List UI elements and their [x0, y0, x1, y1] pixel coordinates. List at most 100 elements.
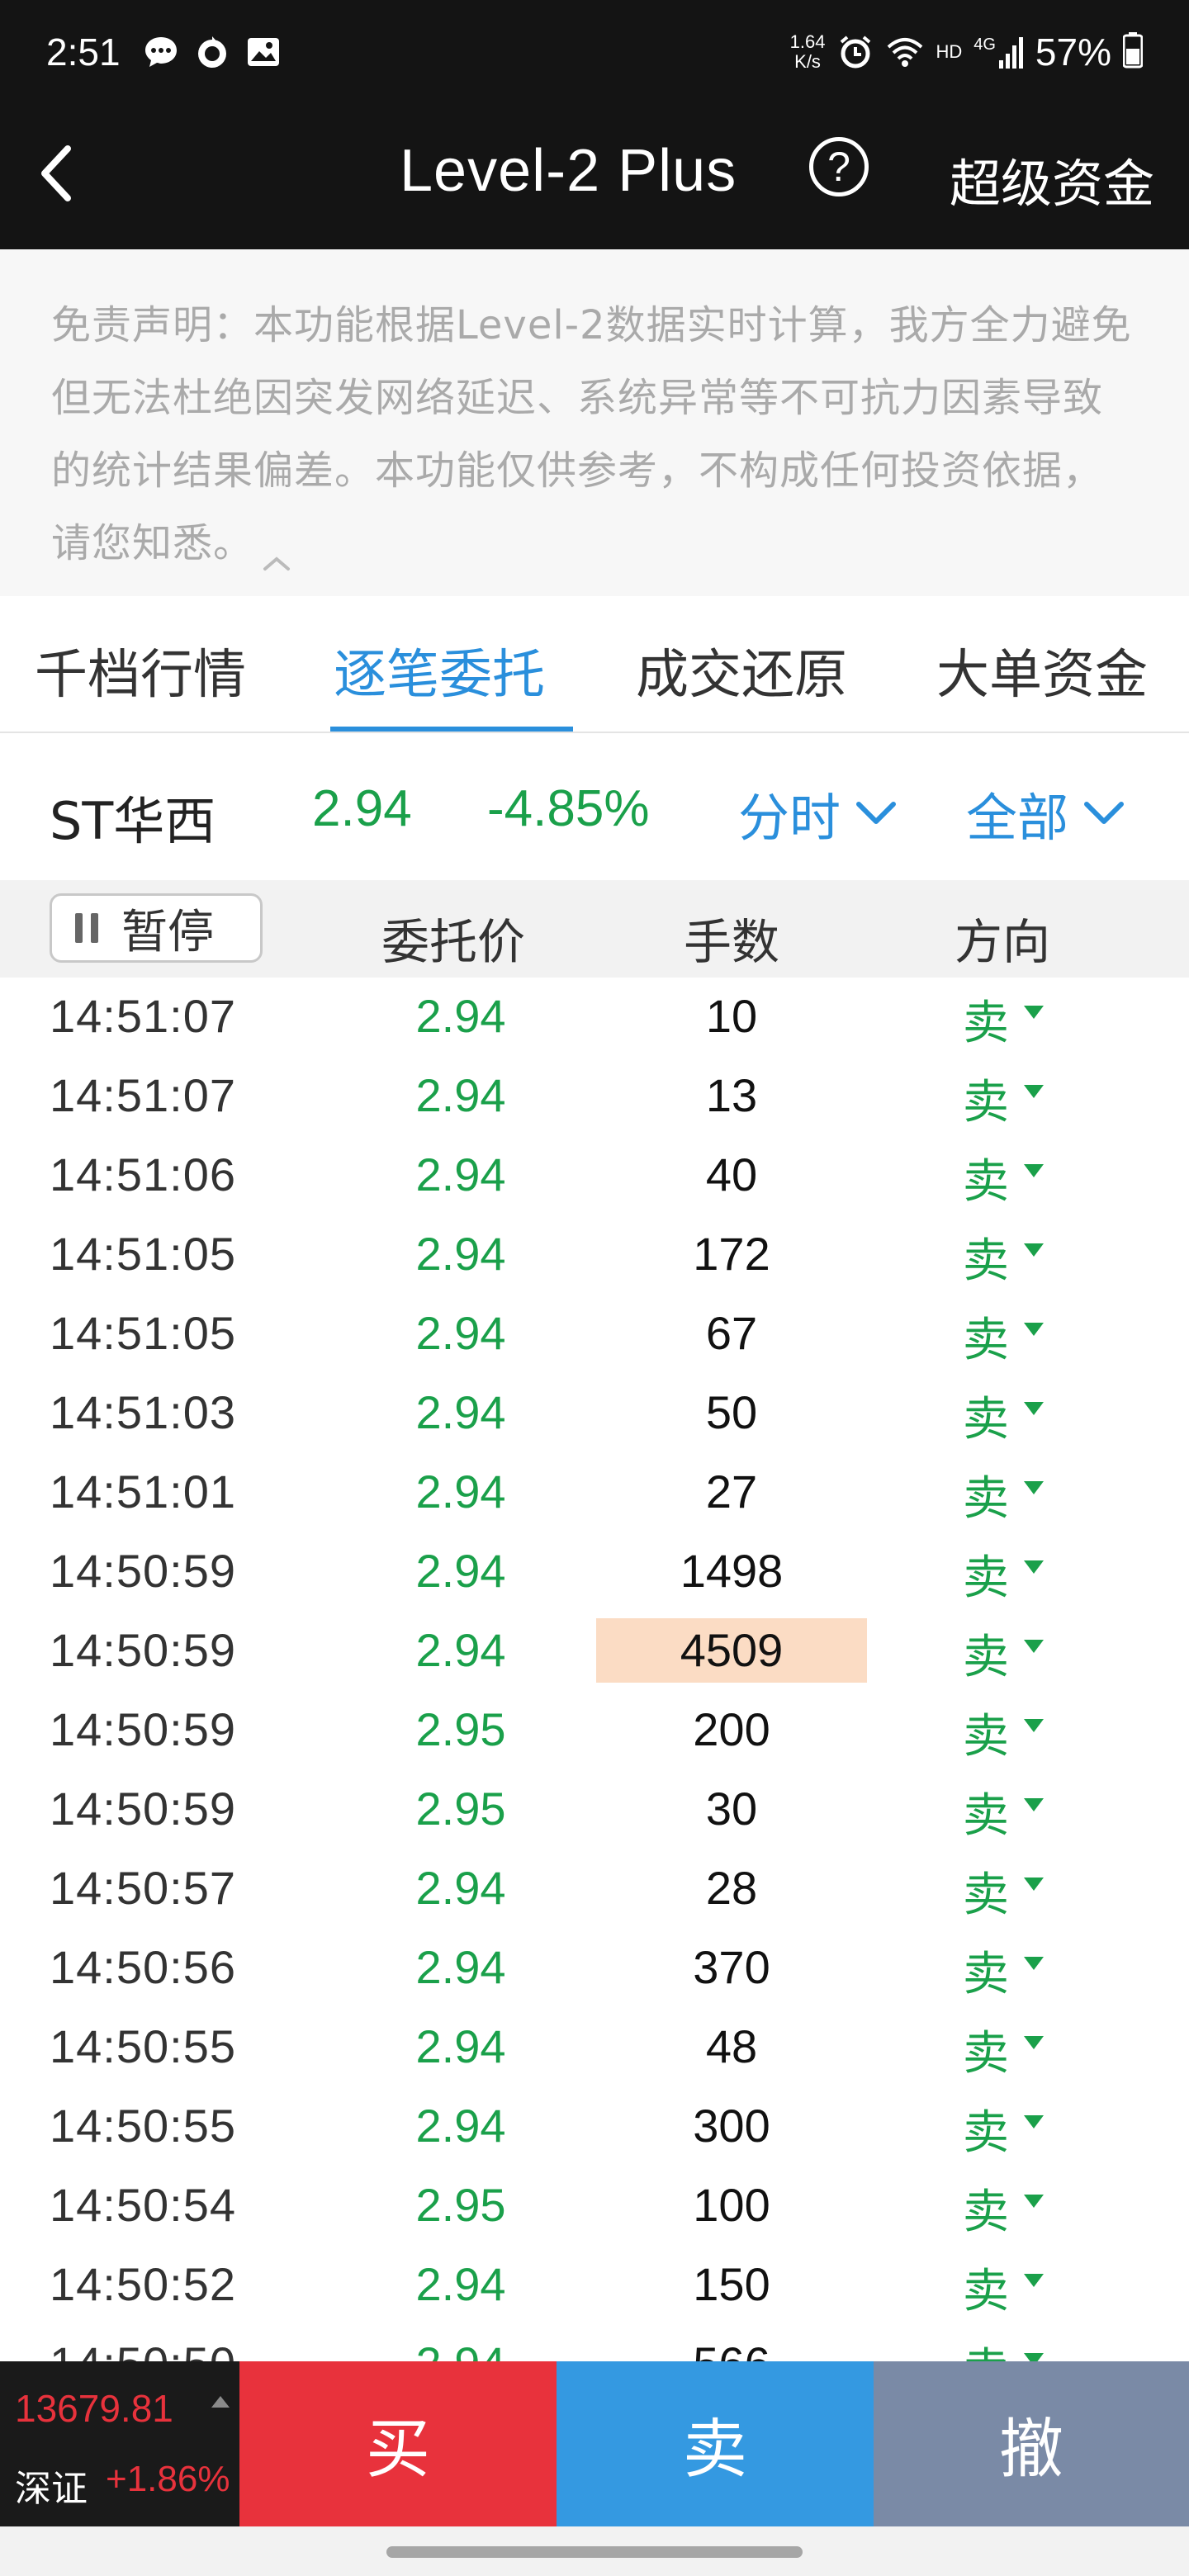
index-change: +1.86%: [106, 2459, 230, 2499]
disclaimer-panel: 免责声明：本功能根据Level-2数据实时计算，我方全力避免但无法杜绝因突发网络…: [0, 249, 1189, 596]
caret-down-icon: [1024, 2353, 1044, 2361]
row-price: 2.94: [415, 2258, 506, 2310]
row-time: 14:50:59: [50, 1783, 236, 1835]
table-row: 14:51:07 2.94 10 卖: [0, 978, 1189, 1057]
chevron-up-icon[interactable]: [260, 529, 293, 571]
row-time: 14:50:57: [50, 1862, 236, 1914]
index-value: 13679.81: [15, 2387, 173, 2430]
caret-down-icon: [1024, 1719, 1044, 1732]
super-funds-link[interactable]: 超级资金: [950, 142, 1154, 216]
row-direction: 卖: [963, 1868, 1009, 1922]
row-direction: 卖: [963, 1631, 1009, 1684]
row-direction: 卖: [963, 1314, 1009, 1367]
row-price: 2.94: [415, 1545, 506, 1597]
row-direction: 卖: [963, 1393, 1009, 1447]
caret-down-icon: [1024, 2274, 1044, 2287]
scope-dropdown-label: 全部: [966, 788, 1069, 848]
message-icon: [142, 33, 180, 71]
table-row: 14:51:06 2.94 40 卖: [0, 1136, 1189, 1215]
row-time: 14:51:07: [50, 990, 236, 1042]
row-price: 2.94: [415, 1386, 506, 1438]
row-volume: 28: [705, 1862, 758, 1914]
status-time: 2:51: [46, 31, 121, 73]
row-time: 14:50:59: [50, 1703, 236, 1755]
row-direction: 卖: [963, 2106, 1009, 2160]
table-row: 14:50:59 2.95 200 卖: [0, 1691, 1189, 1770]
row-volume: 300: [693, 2100, 770, 2152]
network-speed-unit: K/s: [794, 51, 821, 72]
table-row: 14:50:59 2.94 4509 卖: [0, 1612, 1189, 1691]
disclaimer-text: 免责声明：本功能根据Level-2数据实时计算，我方全力避免但无法杜绝因突发网络…: [51, 302, 1132, 566]
scope-dropdown[interactable]: 全部: [966, 776, 1125, 850]
row-price: 2.94: [415, 990, 506, 1042]
pause-button[interactable]: 暂停: [50, 893, 263, 963]
caret-down-icon: [1024, 2115, 1044, 2129]
row-direction: 卖: [963, 1551, 1009, 1605]
table-row: 14:51:03 2.94 50 卖: [0, 1374, 1189, 1453]
row-time: 14:50:50: [50, 2337, 236, 2361]
row-volume: 150: [693, 2258, 770, 2310]
row-volume: 13: [705, 1069, 758, 1121]
network-speed: 1.64 K/s: [790, 32, 826, 72]
table-row: 14:50:57 2.94 28 卖: [0, 1849, 1189, 1929]
image-icon: [244, 33, 282, 71]
table-row: 14:51:05 2.94 172 卖: [0, 1215, 1189, 1295]
cellular-signal-icon: 4G: [973, 36, 1024, 69]
table-row: 14:50:59 2.94 1498 卖: [0, 1532, 1189, 1612]
caret-down-icon: [1024, 1798, 1044, 1811]
column-header-volume: 手数: [684, 914, 780, 970]
alarm-icon: [836, 33, 874, 71]
tab-tick-orders[interactable]: 逐笔委托: [334, 632, 545, 708]
row-direction: 卖: [963, 1076, 1009, 1129]
row-volume: 40: [705, 1148, 758, 1200]
home-indicator[interactable]: [386, 2546, 803, 2558]
caret-down-icon: [1024, 2195, 1044, 2208]
tab-order-book[interactable]: 千档行情: [35, 632, 246, 708]
caret-down-icon: [1024, 1481, 1044, 1494]
period-dropdown[interactable]: 分时: [738, 776, 897, 850]
row-price: 2.94: [415, 1624, 506, 1676]
row-price: 2.95: [415, 1783, 506, 1835]
table-row: 14:50:50 2.94 566 卖: [0, 2325, 1189, 2361]
row-price: 2.94: [415, 1307, 506, 1359]
row-time: 14:51:07: [50, 1069, 236, 1121]
row-time: 14:50:59: [50, 1624, 236, 1676]
row-time: 14:50:59: [50, 1545, 236, 1597]
period-dropdown-label: 分时: [738, 788, 841, 848]
row-price: 2.94: [415, 1228, 506, 1280]
table-row: 14:50:52 2.94 150 卖: [0, 2246, 1189, 2325]
table-row: 14:50:54 2.95 100 卖: [0, 2166, 1189, 2246]
row-price: 2.95: [415, 1703, 506, 1755]
tab-trade-restore[interactable]: 成交还原: [636, 632, 847, 708]
caret-down-icon: [1024, 1006, 1044, 1019]
order-list[interactable]: 14:51:07 2.94 10 卖 14:51:07 2.94 13 卖 14:51:06 2.…: [0, 978, 1189, 2361]
row-price: 2.94: [415, 2100, 506, 2152]
index-ticker[interactable]: 13679.81 深证 +1.86%: [0, 2361, 239, 2526]
back-button[interactable]: [30, 134, 88, 213]
row-direction: 卖: [963, 2265, 1009, 2318]
sell-button[interactable]: 卖: [557, 2361, 874, 2526]
system-indicators: 1.64 K/s HD 4G 57%: [790, 30, 1144, 74]
caret-down-icon: [1024, 1402, 1044, 1415]
row-price: 2.94: [415, 2020, 506, 2072]
stock-summary: ST华西 2.94 -4.85% 分时 全部: [0, 735, 1189, 880]
tab-bar: 千档行情 逐笔委托 成交还原 大单资金: [0, 596, 1189, 733]
table-header: 暂停 委托价 手数 方向: [0, 880, 1189, 978]
row-time: 14:51:05: [50, 1228, 236, 1280]
row-price: 2.94: [415, 1148, 506, 1200]
table-row: 14:51:01 2.94 27 卖: [0, 1453, 1189, 1532]
row-direction: 卖: [963, 1710, 1009, 1764]
tab-large-order-funds[interactable]: 大单资金: [936, 632, 1148, 708]
row-time: 14:50:55: [50, 2100, 236, 2152]
row-volume: 566: [596, 2332, 867, 2361]
pause-label: 暂停: [121, 905, 214, 959]
row-direction: 卖: [963, 2027, 1009, 2081]
row-direction: 卖: [963, 1789, 1009, 1843]
table-row: 14:50:56 2.94 370 卖: [0, 1929, 1189, 2008]
cancel-order-button[interactable]: 撤: [874, 2361, 1189, 2526]
buy-button[interactable]: 买: [239, 2361, 557, 2526]
caret-down-icon: [1024, 2036, 1044, 2049]
row-volume: 172: [693, 1228, 770, 1280]
help-icon[interactable]: ?: [809, 137, 869, 197]
stock-price: 2.94: [312, 780, 412, 837]
